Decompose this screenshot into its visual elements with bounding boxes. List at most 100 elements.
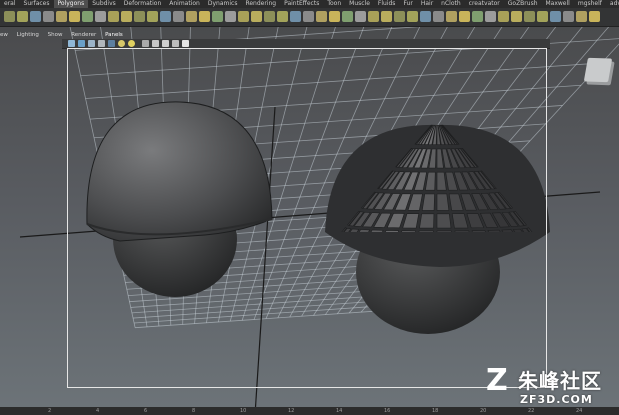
shelf-tool-icon[interactable] — [186, 11, 197, 22]
shelf-tool-icon[interactable] — [459, 11, 470, 22]
dome-tile-face — [549, 257, 552, 260]
shelf-tool-icon[interactable] — [407, 11, 418, 22]
smooth-shade-icon[interactable] — [98, 40, 105, 47]
shelf-tool-icon[interactable] — [199, 11, 210, 22]
shelf-tool-icon[interactable] — [30, 11, 41, 22]
shelf-tab-fluids[interactable]: Fluids — [374, 0, 400, 8]
all-lights-icon[interactable] — [128, 40, 135, 47]
shelf-tab-painteffects[interactable]: PaintEffects — [280, 0, 323, 8]
menu-item-panels[interactable]: Panels — [105, 31, 123, 39]
shelf-tool-icon[interactable] — [446, 11, 457, 22]
shelf-tool-icon[interactable] — [147, 11, 158, 22]
shelf-tool-icon[interactable] — [381, 11, 392, 22]
shelf-tab-polygons[interactable]: Polygons — [53, 0, 89, 8]
shelf-tool-icon[interactable] — [511, 11, 522, 22]
shelf-tool-icon[interactable] — [56, 11, 67, 22]
menu-item-show[interactable]: Show — [48, 31, 63, 39]
shelf-tool-icon[interactable] — [472, 11, 483, 22]
shelf-tool-icon[interactable] — [121, 11, 132, 22]
watermark-url-text: ZF3D.COM — [520, 393, 593, 406]
camera-icon[interactable] — [68, 40, 75, 47]
shelf-tool-icon[interactable] — [290, 11, 301, 22]
shelf-tab-dynamics[interactable]: Dynamics — [204, 0, 242, 8]
shelf-tool-icon[interactable] — [316, 11, 327, 22]
shelf-tab-fur[interactable]: Fur — [399, 0, 416, 8]
shelf-tab-toon[interactable]: Toon — [323, 0, 345, 8]
shelf-tool-icon[interactable] — [563, 11, 574, 22]
shelf-icon-row — [0, 8, 619, 27]
timeline-tick-label: 14 — [336, 408, 343, 414]
shelf-tool-icon[interactable] — [95, 11, 106, 22]
textured-icon[interactable] — [108, 40, 115, 47]
shelf-tool-icon[interactable] — [264, 11, 275, 22]
shelf-tool-icon[interactable] — [524, 11, 535, 22]
shelf-tool-icon[interactable] — [69, 11, 80, 22]
shelf-tab-hair[interactable]: Hair — [417, 0, 437, 8]
shelf-tool-icon[interactable] — [498, 11, 509, 22]
shelf-tool-icon[interactable] — [82, 11, 93, 22]
shelf-tab-muscle[interactable]: Muscle — [345, 0, 374, 8]
shelf-tool-icon[interactable] — [537, 11, 548, 22]
timeline-tick-label: 4 — [96, 408, 100, 414]
shelf-tab-surfaces[interactable]: Surfaces — [20, 0, 54, 8]
shelf-tool-icon[interactable] — [394, 11, 405, 22]
grid-toggle-icon[interactable] — [78, 40, 85, 47]
shelf-tool-icon[interactable] — [355, 11, 366, 22]
shelf-tool-icon[interactable] — [212, 11, 223, 22]
light-icon[interactable] — [118, 40, 125, 47]
shelf-tool-icon[interactable] — [329, 11, 340, 22]
shelf-tab-creatvator[interactable]: creatvator — [465, 0, 504, 8]
shelf-tab-deformation[interactable]: Deformation — [120, 0, 165, 8]
hud-icon[interactable] — [162, 40, 169, 47]
shelf-tool-icon[interactable] — [303, 11, 314, 22]
shelf-tool-icon[interactable] — [433, 11, 444, 22]
shelf-tool-icon[interactable] — [173, 11, 184, 22]
watermark-logo-icon: Z — [486, 363, 508, 398]
timeline-tick-label: 10 — [240, 408, 247, 414]
shelf-tool-icon[interactable] — [576, 11, 587, 22]
shelf-tab-maxwell[interactable]: Maxwell — [542, 0, 574, 8]
shelf-tool-icon[interactable] — [225, 11, 236, 22]
view-cube-icon[interactable] — [583, 57, 613, 83]
shelf-tool-icon[interactable] — [420, 11, 431, 22]
shelf-tab-mgshelf[interactable]: mgshelf — [574, 0, 606, 8]
shelf-tab-ncloth[interactable]: nCloth — [437, 0, 465, 8]
watermark-chinese-text: 朱峰社区 — [518, 369, 602, 393]
shelf-tool-icon[interactable] — [342, 11, 353, 22]
shelf-tool-icon[interactable] — [485, 11, 496, 22]
timeline-tick-label: 6 — [144, 408, 148, 414]
shelf-tool-icon[interactable] — [108, 11, 119, 22]
shelf-tool-icon[interactable] — [368, 11, 379, 22]
shelf-tab-advance[interactable]: advance — [606, 0, 619, 8]
shelf-tab-bar: eral Surfaces Polygons Subdivs Deformation An… — [0, 0, 619, 8]
tools-icon[interactable] — [172, 40, 179, 47]
isolate-icon[interactable] — [142, 40, 149, 47]
wireframe-icon[interactable] — [88, 40, 95, 47]
panel-menu-bar: ew Lighting Show Renderer Panels — [0, 31, 550, 39]
timeline-tick-label: 8 — [192, 408, 196, 414]
shelf-tab-subdivs[interactable]: Subdivs — [88, 0, 120, 8]
shelf-tool-icon[interactable] — [589, 11, 600, 22]
timeline-tick-label: 18 — [432, 408, 439, 414]
shelf-tool-icon[interactable] — [277, 11, 288, 22]
shelf-tool-icon[interactable] — [160, 11, 171, 22]
shelf-tool-icon[interactable] — [43, 11, 54, 22]
shelf-tool-icon[interactable] — [4, 11, 15, 22]
resolution-gate-frame — [67, 48, 547, 388]
menu-item-renderer[interactable]: Renderer — [71, 31, 96, 39]
shelf-tool-icon[interactable] — [238, 11, 249, 22]
zf3d-watermark: Z 朱峰社区 ZF3D.COM — [484, 366, 616, 410]
shelf-tool-icon[interactable] — [134, 11, 145, 22]
menu-item-lighting[interactable]: Lighting — [17, 31, 39, 39]
shelf-tab-eral[interactable]: eral — [0, 0, 20, 8]
shelf-tool-icon[interactable] — [251, 11, 262, 22]
menu-item-view[interactable]: ew — [0, 31, 8, 39]
snap-icon[interactable] — [182, 40, 189, 47]
shelf-tool-icon[interactable] — [17, 11, 28, 22]
shelf-tab-gozbrush[interactable]: GoZBrush — [504, 0, 542, 8]
shelf-tool-icon[interactable] — [550, 11, 561, 22]
timeline-tick-label: 16 — [384, 408, 391, 414]
xray-icon[interactable] — [152, 40, 159, 47]
shelf-tab-rendering[interactable]: Rendering — [241, 0, 280, 8]
shelf-tab-animation[interactable]: Animation — [165, 0, 204, 8]
